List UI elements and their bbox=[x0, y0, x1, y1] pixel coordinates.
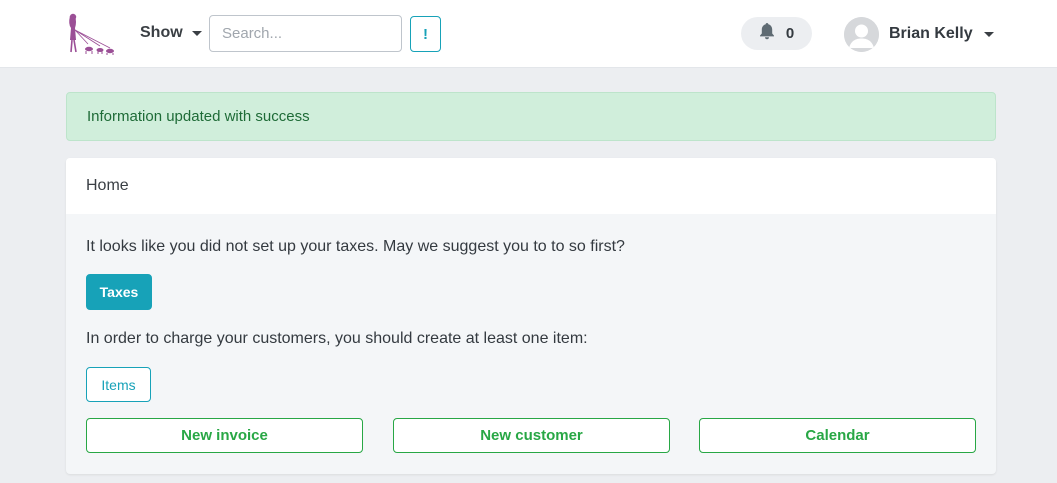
show-dropdown[interactable]: Show bbox=[140, 22, 202, 44]
caret-down-icon bbox=[191, 30, 202, 36]
search-input[interactable] bbox=[209, 15, 402, 52]
card-header: Home bbox=[66, 158, 996, 214]
show-dropdown-label: Show bbox=[140, 24, 183, 41]
caret-down-icon bbox=[983, 31, 994, 37]
notifications-button[interactable]: 0 bbox=[741, 17, 812, 50]
dog-walker-logo-icon[interactable] bbox=[62, 10, 116, 56]
card-title: Home bbox=[86, 177, 129, 194]
notification-count: 0 bbox=[785, 25, 795, 42]
taxes-message: It looks like you did not set up your ta… bbox=[86, 238, 625, 255]
taxes-button[interactable]: Taxes bbox=[86, 274, 152, 310]
user-avatar-icon bbox=[844, 16, 879, 52]
new-invoice-button[interactable]: New invoice bbox=[86, 418, 363, 453]
bell-icon bbox=[759, 22, 775, 45]
user-menu[interactable]: Brian Kelly bbox=[844, 16, 994, 52]
items-button[interactable]: Items bbox=[86, 367, 151, 402]
user-name: Brian Kelly bbox=[889, 25, 973, 42]
top-navbar: Show ! 0 Brian Kelly bbox=[0, 0, 1057, 68]
alert-message: Information updated with success bbox=[87, 108, 310, 125]
calendar-button[interactable]: Calendar bbox=[699, 418, 976, 453]
new-customer-button[interactable]: New customer bbox=[393, 418, 670, 453]
items-message: In order to charge your customers, you s… bbox=[86, 330, 588, 347]
home-card: Home It looks like you did not set up yo… bbox=[66, 158, 996, 474]
search-submit-button[interactable]: ! bbox=[410, 16, 441, 52]
success-alert: Information updated with success bbox=[66, 92, 996, 141]
